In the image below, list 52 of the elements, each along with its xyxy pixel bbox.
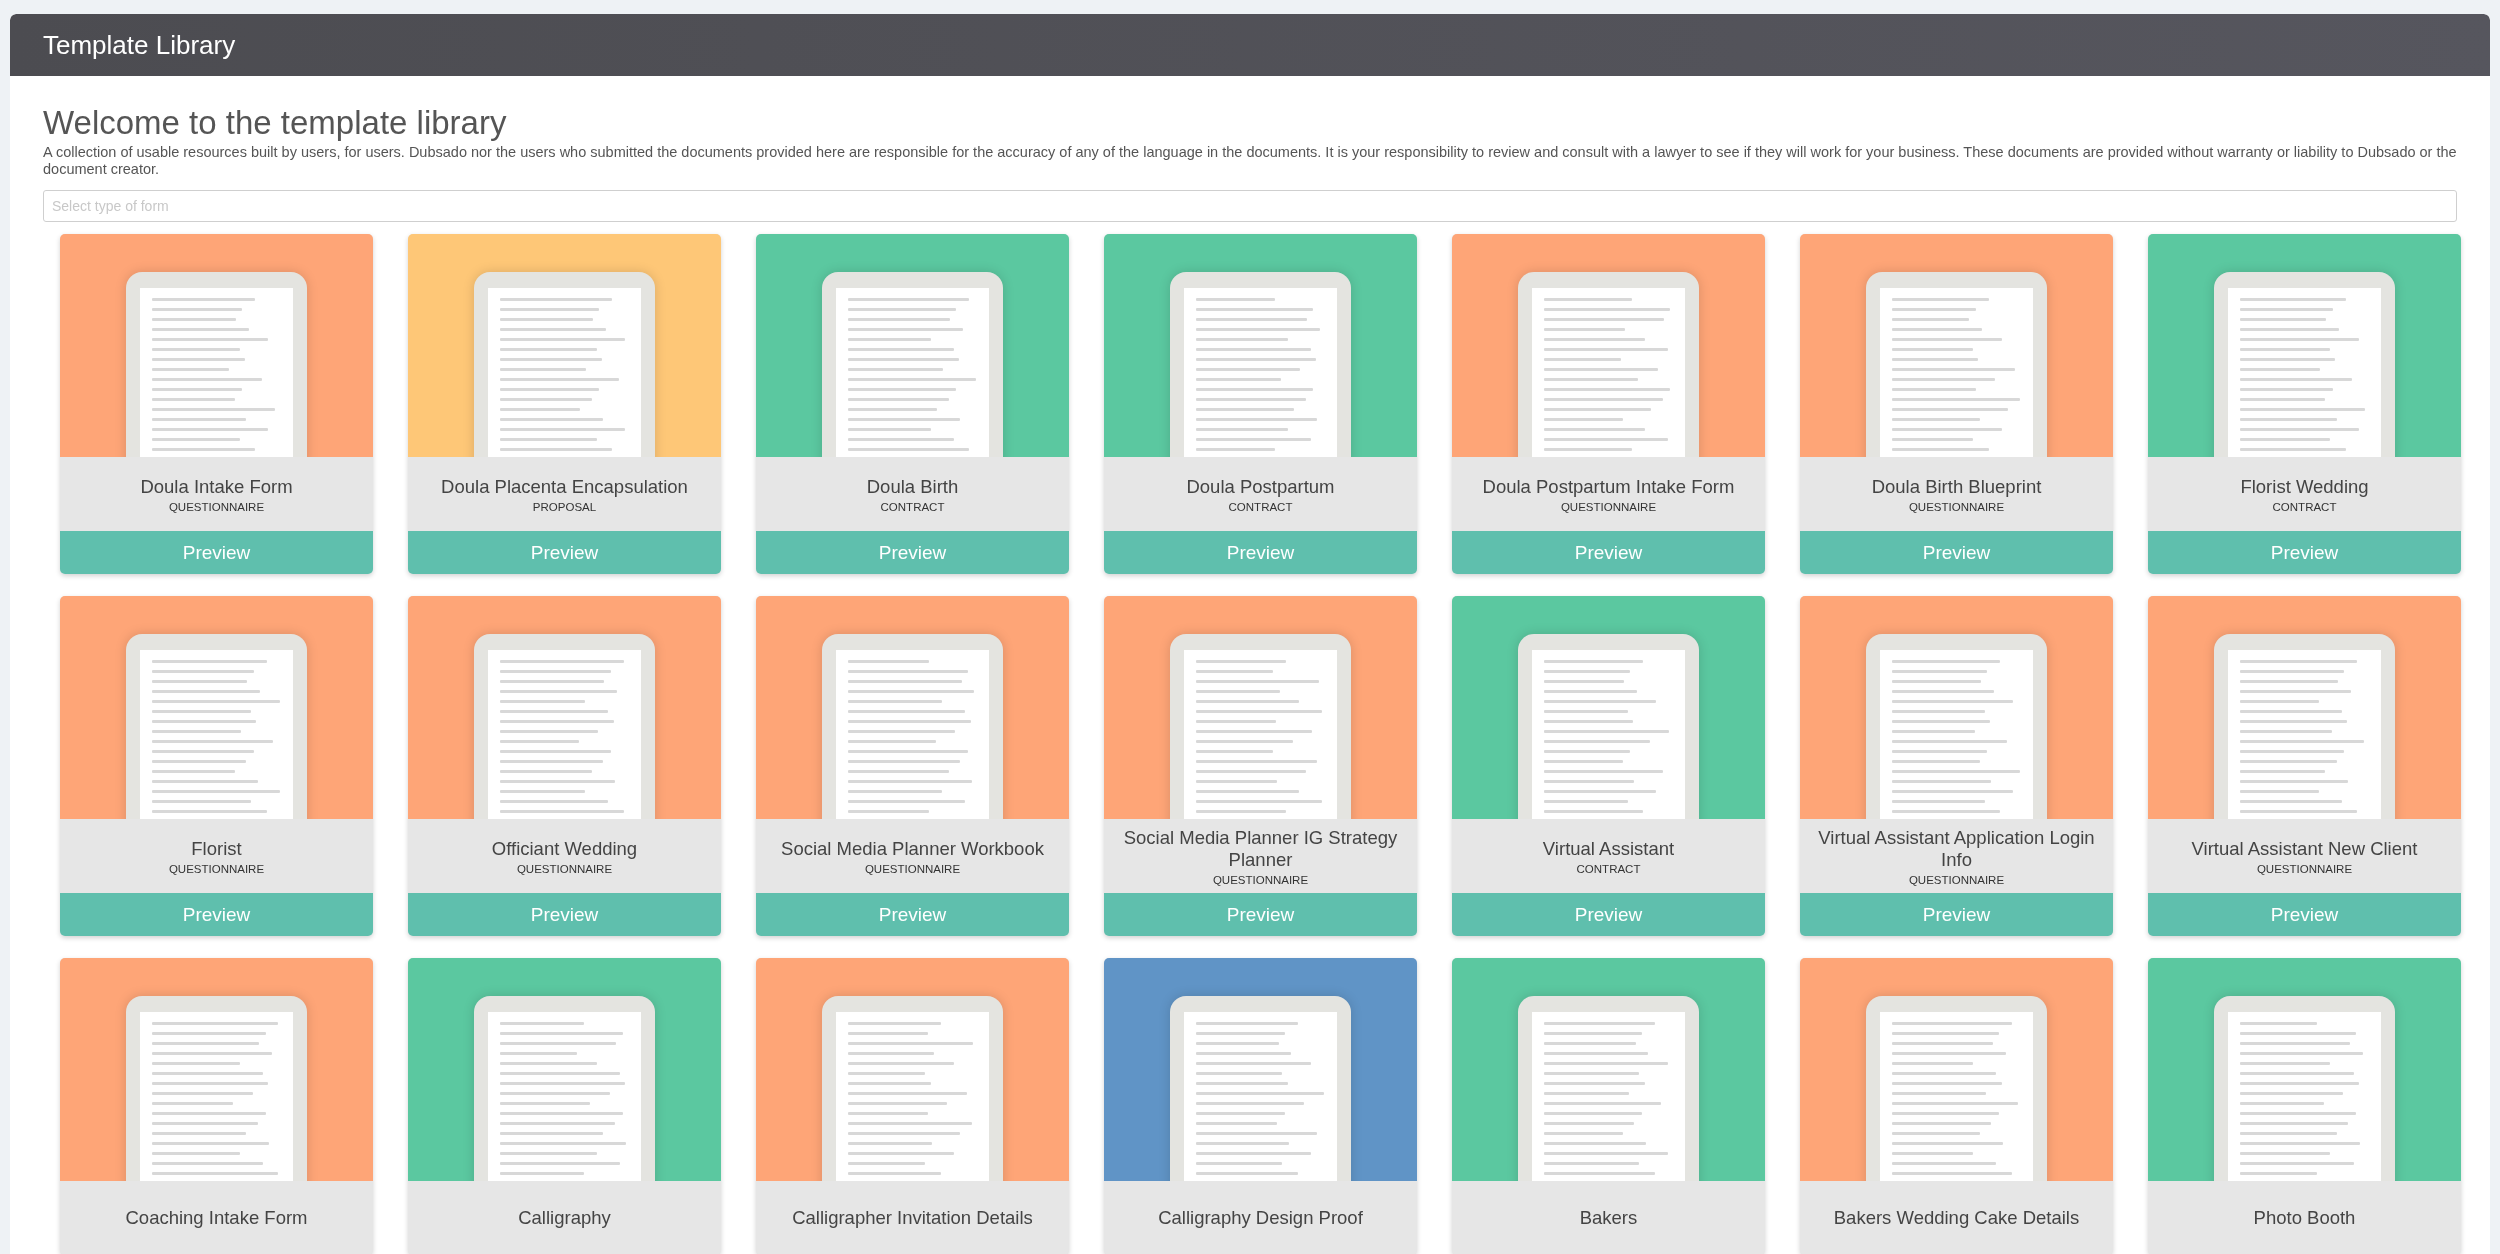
preview-button[interactable]: Preview <box>1452 893 1765 936</box>
template-type: CONTRACT <box>1576 862 1641 875</box>
template-title: Coaching Intake Form <box>125 1207 308 1229</box>
template-title: Florist Wedding <box>2240 475 2369 498</box>
template-title: Calligrapher Invitation Details <box>792 1207 1033 1229</box>
template-type: CONTRACT <box>2272 500 2337 513</box>
template-title: Calligraphy Design Proof <box>1158 1207 1363 1229</box>
template-type: PROPOSAL <box>532 500 597 513</box>
preview-button[interactable]: Preview <box>408 893 721 936</box>
template-type: QUESTIONNAIRE <box>1212 873 1309 886</box>
welcome-heading: Welcome to the template library <box>43 104 508 142</box>
template-title: Doula Postpartum <box>1186 475 1335 498</box>
template-title: Calligraphy <box>518 1207 611 1229</box>
preview-button[interactable]: Preview <box>1800 893 2113 936</box>
page-title: Template Library <box>43 29 236 61</box>
preview-button[interactable]: Preview <box>756 893 1069 936</box>
template-title: Virtual Assistant Application Login Info <box>1817 826 2096 871</box>
template-type: QUESTIONNAIRE <box>516 862 613 875</box>
template-title: Florist <box>191 837 242 860</box>
preview-button[interactable]: Preview <box>2148 531 2461 574</box>
description-text: A collection of usable resources built by users, for users. Dubsado nor the users who submitted the documents provided here are responsible for the accuracy of any of the language in the documents. It is your responsibility to review and consult with a lawyer to see if they will work for your business. These documents are provided without warranty or liability to Dubsado or the document creator. <box>43 144 2457 178</box>
template-title: Social Media Planner Workbook <box>781 837 1044 860</box>
preview-button[interactable]: Preview <box>1452 531 1765 574</box>
template-type: QUESTIONNAIRE <box>1908 873 2005 886</box>
preview-button[interactable]: Preview <box>1104 531 1417 574</box>
template-type: QUESTIONNAIRE <box>864 862 961 875</box>
preview-button[interactable]: Preview <box>408 531 721 574</box>
template-title: Social Media Planner IG Strategy Planner <box>1122 826 1399 871</box>
template-type: CONTRACT <box>1228 500 1293 513</box>
template-title: Officiant Wedding <box>491 837 638 860</box>
template-title: Doula Birth Blueprint <box>1871 475 2042 498</box>
template-title: Doula Placenta Encapsulation <box>441 475 688 498</box>
preview-button[interactable]: Preview <box>60 893 373 936</box>
template-title: Virtual Assistant <box>1542 837 1675 860</box>
template-title: Doula Intake Form <box>140 475 293 498</box>
template-type: QUESTIONNAIRE <box>2256 862 2353 875</box>
template-type: QUESTIONNAIRE <box>168 862 265 875</box>
preview-button[interactable]: Preview <box>1104 893 1417 936</box>
template-type: CONTRACT <box>880 500 945 513</box>
template-title: Doula Birth <box>866 475 959 498</box>
preview-button[interactable]: Preview <box>1800 531 2113 574</box>
template-type: QUESTIONNAIRE <box>168 500 265 513</box>
template-title: Bakers Wedding Cake Details <box>1833 1207 2080 1229</box>
template-type: QUESTIONNAIRE <box>1560 500 1657 513</box>
template-title: Bakers <box>1579 1207 1638 1229</box>
preview-button[interactable]: Preview <box>756 531 1069 574</box>
template-title: Doula Postpartum Intake Form <box>1482 475 1735 498</box>
preview-button[interactable]: Preview <box>60 531 373 574</box>
template-title: Photo Booth <box>2253 1207 2356 1229</box>
template-title: Virtual Assistant New Client <box>2191 837 2418 860</box>
preview-button[interactable]: Preview <box>2148 893 2461 936</box>
template-type: QUESTIONNAIRE <box>1908 500 2005 513</box>
